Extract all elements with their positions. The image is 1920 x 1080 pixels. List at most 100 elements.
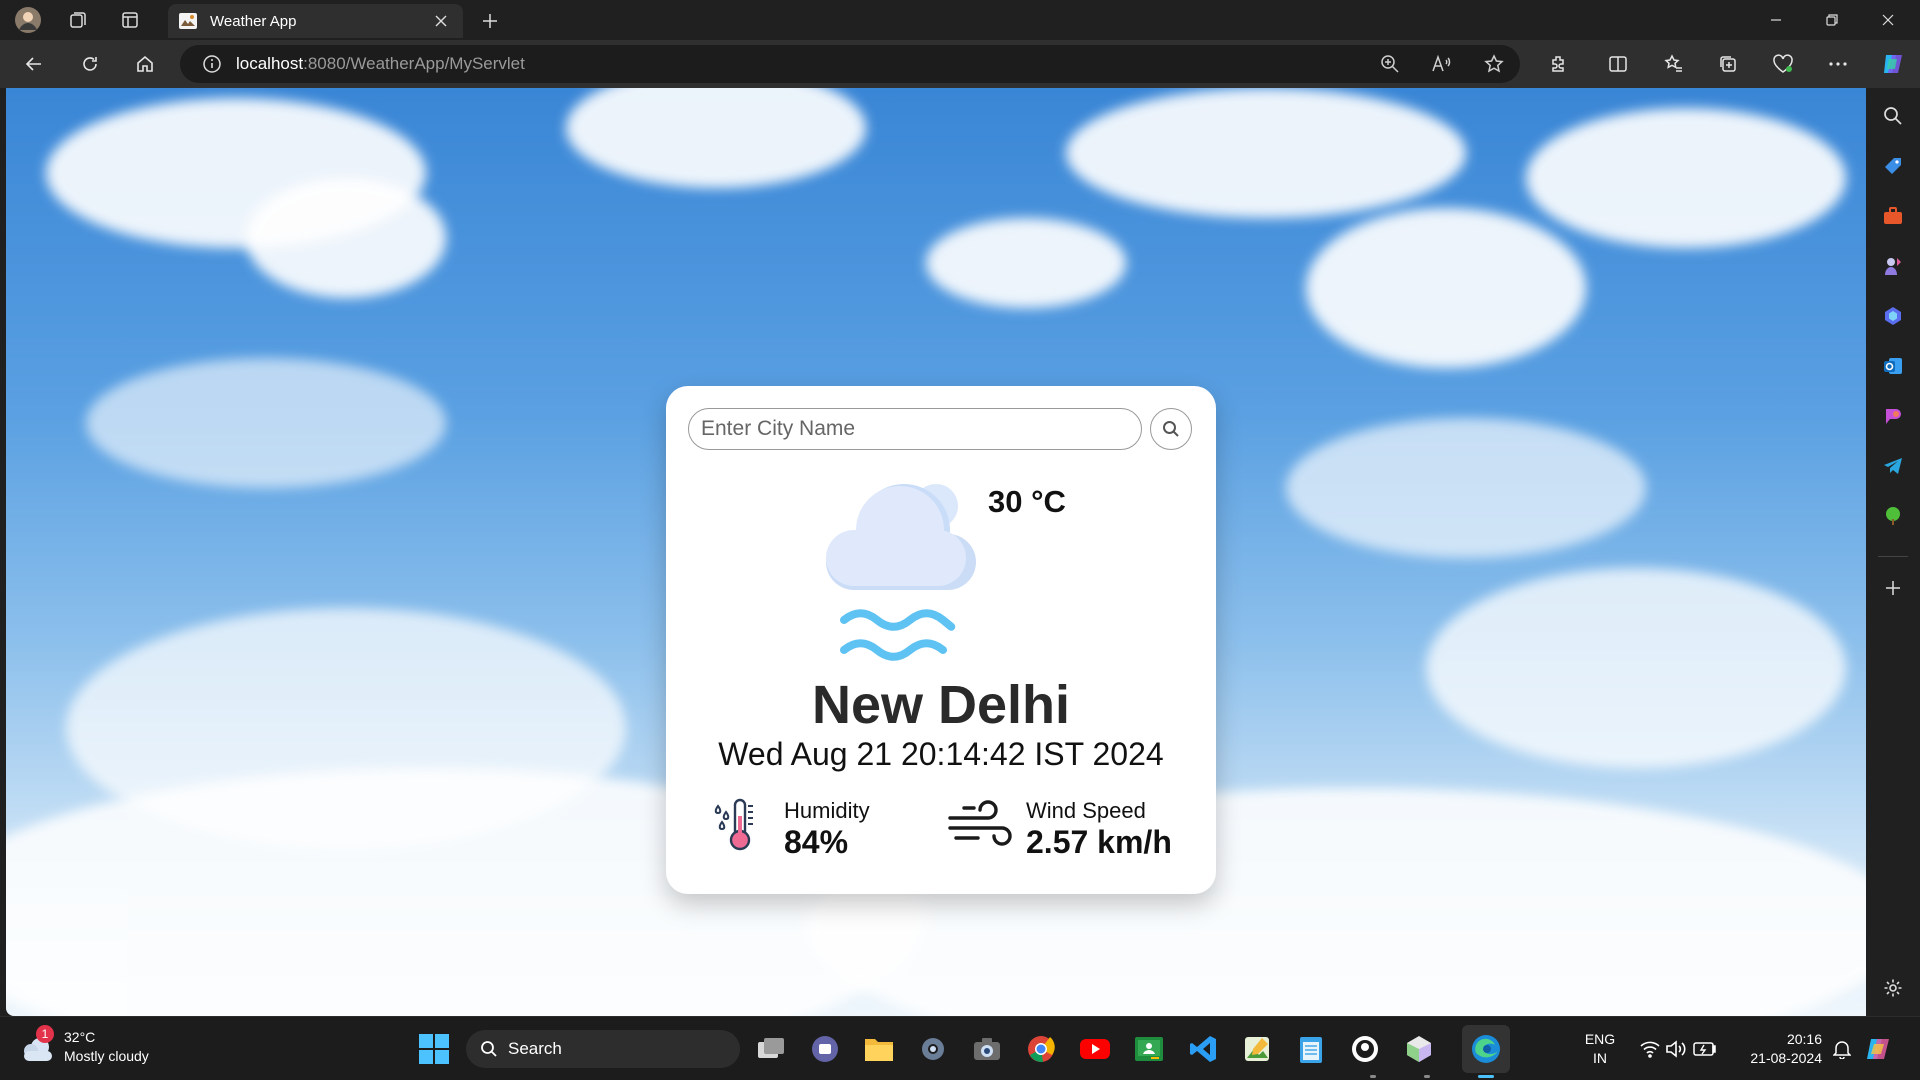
- search-button[interactable]: [1150, 408, 1192, 450]
- humidity-value: 84%: [784, 824, 849, 860]
- clock-time[interactable]: 20:16: [1746, 1031, 1822, 1047]
- url-host: localhost: [236, 54, 304, 73]
- restore-window-icon[interactable]: [1804, 0, 1860, 40]
- wifi-icon[interactable]: [1638, 1032, 1662, 1066]
- sidebar-divider: [1878, 556, 1908, 557]
- sidebar-copilot-icon[interactable]: [1879, 302, 1907, 330]
- city-search-input[interactable]: [688, 408, 1142, 450]
- copilot-icon[interactable]: [1875, 48, 1911, 80]
- profile-avatar-icon[interactable]: [8, 4, 48, 36]
- teams-chat-icon[interactable]: [808, 1032, 842, 1066]
- taskbar-weather-temp: 32°C: [64, 1029, 96, 1045]
- split-screen-icon[interactable]: [1600, 48, 1636, 80]
- language-indicator-top[interactable]: ENG: [1580, 1031, 1620, 1047]
- taskbar-weather-desc: Mostly cloudy: [64, 1048, 149, 1064]
- github-desktop-icon[interactable]: [1348, 1032, 1382, 1066]
- sidebar-add-plus-icon[interactable]: [1879, 574, 1907, 602]
- 3d-cube-app-icon[interactable]: [1402, 1032, 1436, 1066]
- browser-essentials-icon[interactable]: [1765, 48, 1801, 80]
- chrome-icon[interactable]: [1024, 1032, 1058, 1066]
- camera-app-icon[interactable]: [970, 1032, 1004, 1066]
- windows-start-icon[interactable]: [418, 1033, 450, 1065]
- volume-icon[interactable]: [1664, 1032, 1688, 1066]
- page-viewport: 30 °C New Delhi Wed Aug 21 20:14:42 IST …: [6, 88, 1866, 1016]
- battery-charging-icon[interactable]: [1692, 1032, 1718, 1066]
- wind-speed-value: 2.57 km/h: [1026, 824, 1172, 860]
- sidebar-outlook-icon[interactable]: [1879, 352, 1907, 380]
- url-text: localhost:8080/WeatherApp/MyServlet: [236, 54, 525, 74]
- extensions-icon[interactable]: [1540, 48, 1576, 80]
- sidebar-tree-icon[interactable]: [1879, 502, 1907, 530]
- file-explorer-icon[interactable]: [862, 1032, 896, 1066]
- background-cloud: [1306, 208, 1586, 368]
- address-bar[interactable]: localhost:8080/WeatherApp/MyServlet: [180, 45, 1520, 83]
- weather-card: 30 °C New Delhi Wed Aug 21 20:14:42 IST …: [666, 386, 1216, 894]
- notepad-icon[interactable]: [1294, 1032, 1328, 1066]
- zoom-icon[interactable]: [1376, 50, 1404, 78]
- sidebar-search-icon[interactable]: [1879, 102, 1907, 130]
- running-indicator: [1424, 1075, 1430, 1078]
- active-indicator: [1478, 1075, 1494, 1078]
- sidebar-games-icon[interactable]: [1879, 252, 1907, 280]
- new-tab-plus-icon[interactable]: [474, 6, 506, 36]
- tab-weather-app[interactable]: Weather App: [168, 4, 463, 38]
- edge-browser-icon[interactable]: [1469, 1032, 1503, 1066]
- youtube-icon[interactable]: [1078, 1032, 1112, 1066]
- sidebar-telegram-icon[interactable]: [1879, 452, 1907, 480]
- taskbar-search-label: Search: [508, 1039, 562, 1058]
- humidity-label: Humidity: [784, 798, 870, 823]
- running-indicator: [1370, 1075, 1376, 1078]
- search-icon: [481, 1041, 497, 1057]
- clock-date[interactable]: 21-08-2024: [1730, 1050, 1822, 1066]
- read-aloud-icon[interactable]: [1428, 50, 1456, 78]
- browser-title-bar: Weather App: [0, 0, 1920, 40]
- minimize-window-icon[interactable]: [1748, 0, 1804, 40]
- background-cloud: [246, 178, 446, 298]
- edge-sidebar: [1866, 88, 1920, 1016]
- tab-title: Weather App: [210, 12, 297, 30]
- background-cloud: [1066, 88, 1466, 218]
- city-name: New Delhi: [811, 675, 1071, 735]
- back-arrow-icon[interactable]: [16, 48, 52, 80]
- wind-icon: [948, 800, 1012, 846]
- more-options-icon[interactable]: [1820, 48, 1856, 80]
- vscode-icon[interactable]: [1186, 1032, 1220, 1066]
- windows-taskbar: 1 32°C Mostly cloudy Search ENG IN 20:16…: [0, 1016, 1920, 1080]
- sidebar-tools-icon[interactable]: [1879, 202, 1907, 230]
- background-cloud: [1526, 108, 1846, 248]
- taskbar-search-box[interactable]: Search: [466, 1030, 740, 1068]
- url-path: :8080/WeatherApp/MyServlet: [303, 54, 525, 73]
- date-time: Wed Aug 21 20:14:42 IST 2024: [718, 736, 1164, 772]
- favorites-list-icon[interactable]: [1656, 48, 1692, 80]
- home-icon[interactable]: [127, 48, 163, 80]
- photos-editor-icon[interactable]: [1240, 1032, 1274, 1066]
- tab-actions-icon[interactable]: [110, 4, 150, 36]
- close-window-icon[interactable]: [1860, 0, 1916, 40]
- refresh-icon[interactable]: [72, 48, 108, 80]
- language-indicator-bottom[interactable]: IN: [1580, 1050, 1620, 1066]
- settings-app-icon[interactable]: [916, 1032, 950, 1066]
- copilot-taskbar-icon[interactable]: [1862, 1032, 1896, 1066]
- background-cloud: [1426, 568, 1846, 768]
- cloud-mist-icon: [826, 484, 976, 661]
- notification-badge: 1: [36, 1025, 54, 1043]
- background-cloud: [926, 218, 1126, 308]
- task-view-icon[interactable]: [754, 1032, 788, 1066]
- favorite-star-icon[interactable]: [1480, 50, 1508, 78]
- background-cloud: [566, 88, 866, 188]
- humidity-thermometer-icon: [714, 798, 753, 851]
- notification-bell-icon[interactable]: [1830, 1032, 1854, 1066]
- background-cloud: [86, 358, 446, 488]
- search-icon: [1163, 421, 1179, 437]
- wind-speed-label: Wind Speed: [1026, 798, 1146, 823]
- site-info-icon[interactable]: [202, 54, 222, 74]
- sidebar-settings-gear-icon[interactable]: [1879, 974, 1907, 1002]
- sidebar-designer-icon[interactable]: [1879, 402, 1907, 430]
- sidebar-shopping-tag-icon[interactable]: [1879, 152, 1907, 180]
- collections-icon[interactable]: [1710, 48, 1746, 80]
- taskbar-weather-widget[interactable]: 1 32°C Mostly cloudy: [20, 1025, 180, 1071]
- workspaces-icon[interactable]: [58, 4, 98, 36]
- tab-close-icon[interactable]: [429, 9, 453, 33]
- tab-favicon-icon: [179, 13, 197, 29]
- google-classroom-icon[interactable]: [1132, 1032, 1166, 1066]
